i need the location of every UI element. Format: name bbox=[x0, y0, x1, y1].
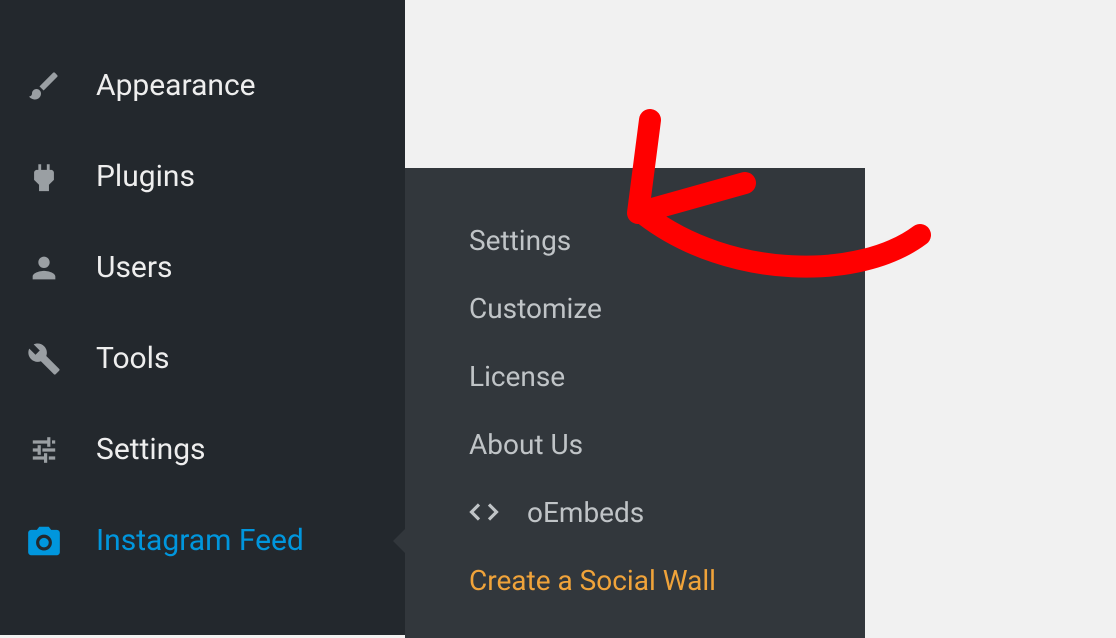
sidebar-item-label: Tools bbox=[96, 341, 169, 376]
submenu-item-label: Customize bbox=[469, 292, 602, 325]
sidebar-item-instagram-feed[interactable]: Instagram Feed bbox=[0, 495, 405, 586]
sidebar-item-label: Appearance bbox=[96, 68, 256, 103]
paintbrush-icon bbox=[24, 66, 64, 106]
submenu-item-oembeds[interactable]: oEmbeds bbox=[469, 478, 815, 546]
sidebar-item-tools[interactable]: Tools bbox=[0, 313, 405, 404]
sidebar-item-label: Settings bbox=[96, 432, 206, 467]
wrench-icon bbox=[24, 339, 64, 379]
user-icon bbox=[24, 248, 64, 288]
camera-icon bbox=[24, 521, 64, 561]
submenu-item-label: About Us bbox=[469, 428, 583, 461]
sidebar-item-label: Users bbox=[96, 250, 173, 285]
sidebar-item-appearance[interactable]: Appearance bbox=[0, 40, 405, 131]
submenu-panel: Settings Customize License About Us oEmb… bbox=[405, 168, 865, 638]
plug-icon bbox=[24, 157, 64, 197]
submenu-item-label: Settings bbox=[469, 224, 571, 257]
submenu-item-license[interactable]: License bbox=[469, 342, 815, 410]
submenu-item-label: Create a Social Wall bbox=[469, 564, 716, 597]
submenu-item-label: oEmbeds bbox=[527, 496, 644, 529]
admin-sidebar: Appearance Plugins Users Tools Settings … bbox=[0, 0, 405, 635]
submenu-item-about-us[interactable]: About Us bbox=[469, 410, 815, 478]
sidebar-item-settings[interactable]: Settings bbox=[0, 404, 405, 495]
submenu-item-label: License bbox=[469, 360, 565, 393]
sidebar-item-label: Plugins bbox=[96, 159, 195, 194]
submenu-item-create-social-wall[interactable]: Create a Social Wall bbox=[469, 546, 815, 614]
sidebar-item-users[interactable]: Users bbox=[0, 222, 405, 313]
sliders-icon bbox=[24, 430, 64, 470]
submenu-item-settings[interactable]: Settings bbox=[469, 206, 815, 274]
sidebar-item-label: Instagram Feed bbox=[96, 523, 304, 558]
submenu-item-customize[interactable]: Customize bbox=[469, 274, 815, 342]
code-icon bbox=[469, 497, 503, 527]
sidebar-item-plugins[interactable]: Plugins bbox=[0, 131, 405, 222]
